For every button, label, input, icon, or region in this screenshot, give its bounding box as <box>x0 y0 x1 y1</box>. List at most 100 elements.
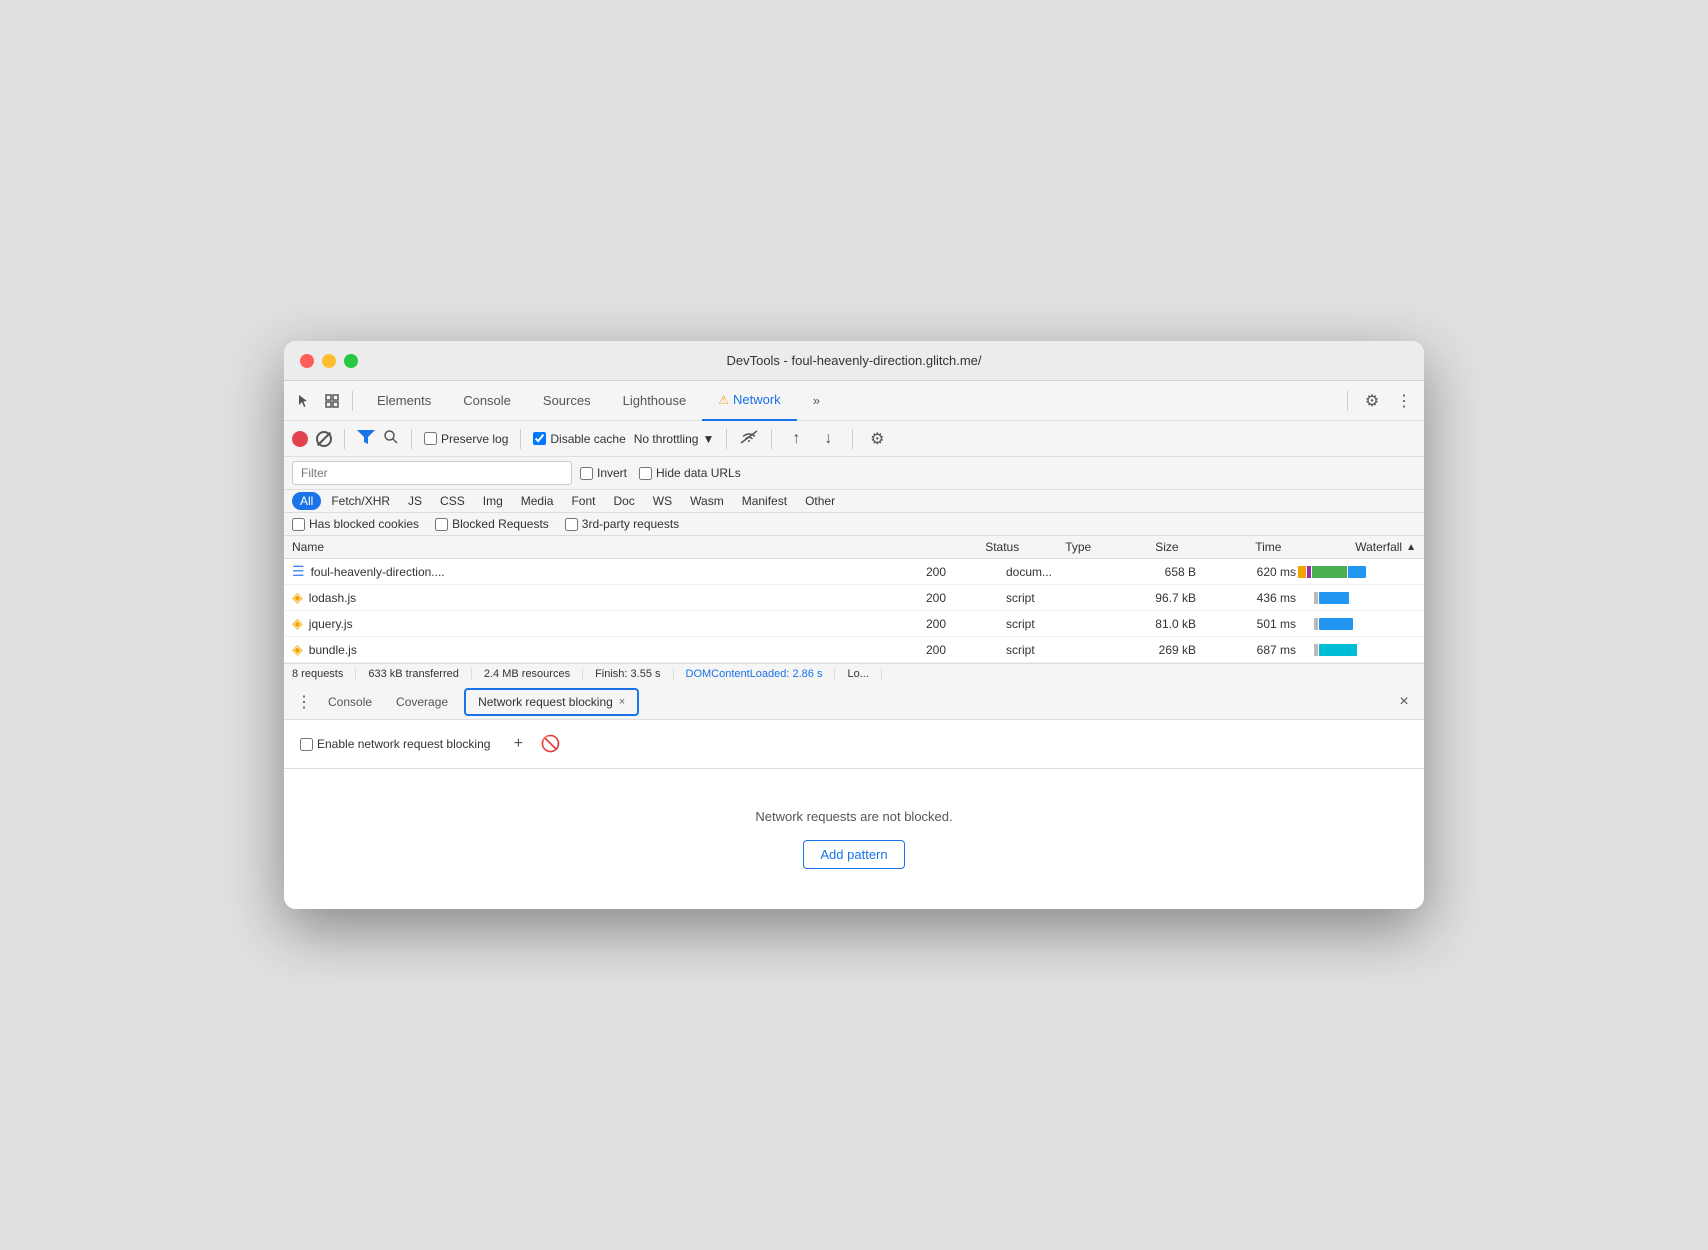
type-btn-other[interactable]: Other <box>797 492 843 510</box>
blocked-cookies-label[interactable]: Has blocked cookies <box>292 517 419 531</box>
invert-label[interactable]: Invert <box>580 466 627 480</box>
waterfall-2 <box>1296 591 1416 605</box>
type-btn-font[interactable]: Font <box>563 492 603 510</box>
titlebar: DevTools - foul-heavenly-direction.glitc… <box>284 341 1424 381</box>
row-name-4: ◈ bundle.js <box>292 641 926 658</box>
blocked-requests-checkbox[interactable] <box>435 518 448 531</box>
type-btn-media[interactable]: Media <box>513 492 562 510</box>
three-dot-icon[interactable]: ⋮ <box>292 692 316 712</box>
col-type[interactable]: Type <box>1065 540 1155 554</box>
bottom-tab-console[interactable]: Console <box>316 684 384 720</box>
table-row[interactable]: ☰ foul-heavenly-direction.... 200 docum.… <box>284 559 1424 585</box>
col-name[interactable]: Name <box>292 540 985 554</box>
type-btn-fetchxhr[interactable]: Fetch/XHR <box>323 492 398 510</box>
blocked-requests-label[interactable]: Blocked Requests <box>435 517 549 531</box>
download-icon[interactable]: ↓ <box>816 427 840 451</box>
disable-cache-label[interactable]: Disable cache <box>533 432 625 446</box>
third-party-label[interactable]: 3rd-party requests <box>565 517 679 531</box>
col-size[interactable]: Size <box>1155 540 1255 554</box>
invert-checkbox[interactable] <box>580 467 593 480</box>
sep8 <box>852 429 853 449</box>
script-icon: ◈ <box>292 641 303 658</box>
wifi-icon[interactable] <box>739 429 759 448</box>
record-button[interactable] <box>292 431 308 447</box>
col-status[interactable]: Status <box>985 540 1065 554</box>
col-time[interactable]: Time <box>1255 540 1355 554</box>
doc-icon: ☰ <box>292 563 305 580</box>
table-row[interactable]: ◈ lodash.js 200 script 96.7 kB 436 ms <box>284 585 1424 611</box>
type-btn-doc[interactable]: Doc <box>605 492 642 510</box>
upload-icon[interactable]: ↑ <box>784 427 808 451</box>
waterfall-4 <box>1296 643 1416 657</box>
maximize-button[interactable] <box>344 354 358 368</box>
sep6 <box>726 429 727 449</box>
hide-data-urls-label[interactable]: Hide data URLs <box>639 466 741 480</box>
type-btn-css[interactable]: CSS <box>432 492 473 510</box>
add-pattern-icon[interactable]: + <box>506 732 530 756</box>
clear-button[interactable] <box>316 431 332 447</box>
block-icon[interactable]: 🚫 <box>538 732 562 756</box>
enable-blocking-label[interactable]: Enable network request blocking <box>300 737 490 751</box>
type-btn-ws[interactable]: WS <box>645 492 680 510</box>
hide-data-urls-checkbox[interactable] <box>639 467 652 480</box>
settings-icon[interactable]: ⚙ <box>1360 389 1384 413</box>
bottom-tab-network-request-blocking[interactable]: Network request blocking × <box>464 688 639 716</box>
type-btn-wasm[interactable]: Wasm <box>682 492 732 510</box>
type-btn-manifest[interactable]: Manifest <box>734 492 795 510</box>
tab-console[interactable]: Console <box>447 381 527 421</box>
throttle-select[interactable]: No throttling ▼ <box>634 432 715 446</box>
load-time: Lo... <box>835 668 881 680</box>
inspect-icon[interactable] <box>320 389 344 413</box>
dom-content-loaded: DOMContentLoaded: 2.86 s <box>674 668 836 680</box>
network-settings-icon[interactable]: ⚙ <box>865 427 889 451</box>
main-content: Network requests are not blocked. Add pa… <box>284 769 1424 909</box>
sep2 <box>1347 391 1348 411</box>
tab-more[interactable]: » <box>797 381 836 421</box>
add-pattern-button[interactable]: Add pattern <box>803 840 904 869</box>
script-icon: ◈ <box>292 589 303 606</box>
sep5 <box>520 429 521 449</box>
tab-sources[interactable]: Sources <box>527 381 607 421</box>
search-icon[interactable] <box>383 429 399 448</box>
cursor-icon[interactable] <box>292 389 316 413</box>
extra-filters: Has blocked cookies Blocked Requests 3rd… <box>284 513 1424 536</box>
row-name-3: ◈ jquery.js <box>292 615 926 632</box>
preserve-log-label[interactable]: Preserve log <box>424 432 508 446</box>
col-waterfall[interactable]: Waterfall ▲ <box>1355 540 1416 554</box>
type-btn-js[interactable]: JS <box>400 492 430 510</box>
close-panel-icon[interactable]: × <box>1392 690 1416 714</box>
close-tab-icon[interactable]: × <box>619 696 625 708</box>
more-icon[interactable]: ⋮ <box>1392 389 1416 413</box>
type-btn-all[interactable]: All <box>292 492 321 510</box>
waterfall-1 <box>1296 565 1416 579</box>
filter-opts: Invert Hide data URLs <box>580 466 741 480</box>
window-title: DevTools - foul-heavenly-direction.glitc… <box>726 353 981 368</box>
type-filters: All Fetch/XHR JS CSS Img Media Font Doc … <box>284 490 1424 513</box>
filter-input[interactable] <box>292 461 572 485</box>
third-party-checkbox[interactable] <box>565 518 578 531</box>
disable-cache-checkbox[interactable] <box>533 432 546 445</box>
tab-lighthouse[interactable]: Lighthouse <box>607 381 703 421</box>
enable-blocking-checkbox[interactable] <box>300 738 313 751</box>
tab-elements[interactable]: Elements <box>361 381 447 421</box>
traffic-lights <box>300 354 358 368</box>
blocked-cookies-checkbox[interactable] <box>292 518 305 531</box>
table-row[interactable]: ◈ bundle.js 200 script 269 kB 687 ms <box>284 637 1424 663</box>
sep1 <box>352 391 353 411</box>
filter-icon[interactable] <box>357 430 375 447</box>
sep4 <box>411 429 412 449</box>
warn-icon: ⚠ <box>718 393 729 407</box>
table-row[interactable]: ◈ jquery.js 200 script 81.0 kB 501 ms <box>284 611 1424 637</box>
blocking-icons: + 🚫 <box>506 732 562 756</box>
preserve-log-checkbox[interactable] <box>424 432 437 445</box>
type-btn-img[interactable]: Img <box>475 492 511 510</box>
row-name-2: ◈ lodash.js <box>292 589 926 606</box>
network-subbar: Preserve log Disable cache No throttling… <box>284 421 1424 457</box>
bottom-tab-coverage[interactable]: Coverage <box>384 684 460 720</box>
close-button[interactable] <box>300 354 314 368</box>
transferred-size: 633 kB transferred <box>356 668 472 680</box>
resources-size: 2.4 MB resources <box>472 668 583 680</box>
tab-network[interactable]: ⚠ Network <box>702 381 796 421</box>
toolbar-icons: ⚙ ⋮ <box>1343 389 1416 413</box>
minimize-button[interactable] <box>322 354 336 368</box>
